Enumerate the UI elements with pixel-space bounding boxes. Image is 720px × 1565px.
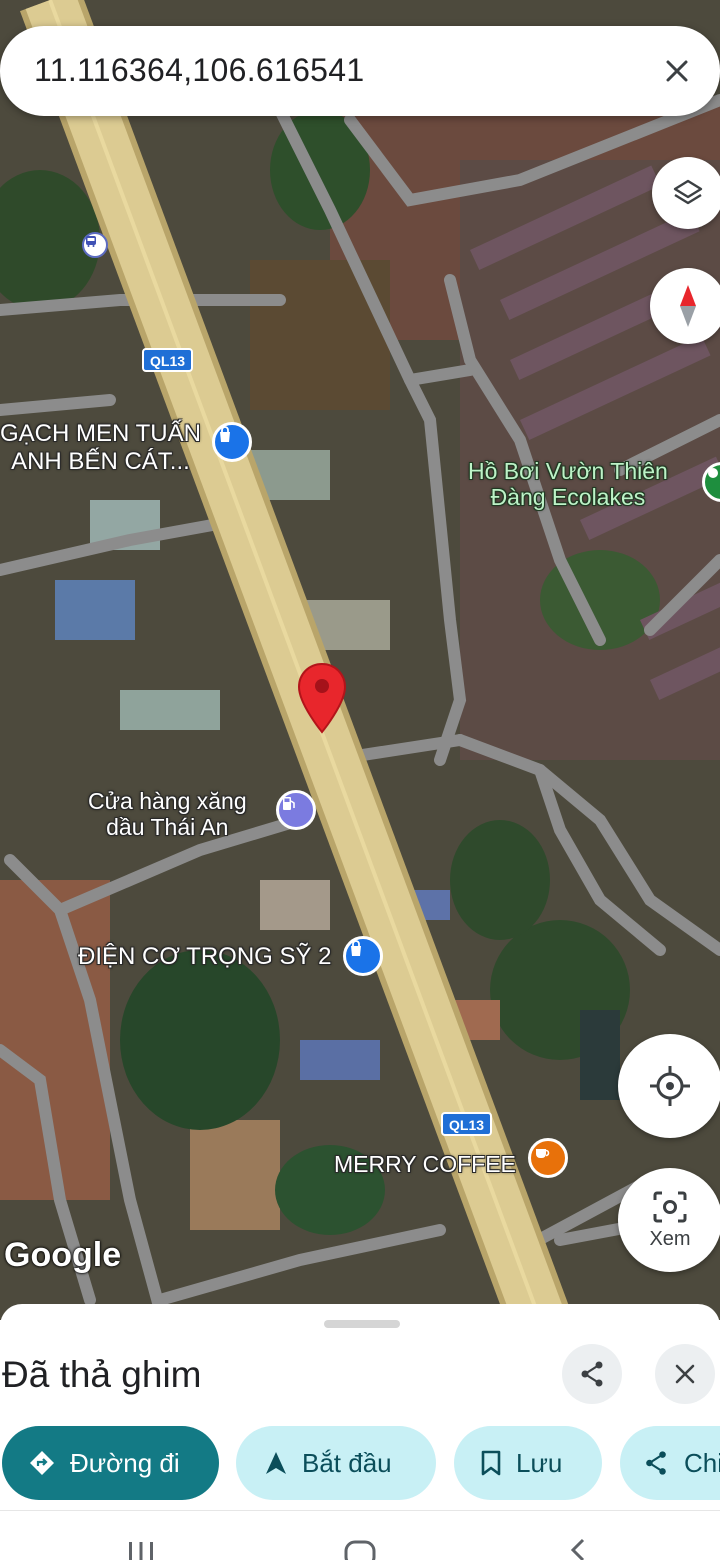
home-icon[interactable]: [343, 1538, 377, 1565]
google-attribution: Google: [4, 1236, 122, 1274]
gas-station-icon[interactable]: [276, 790, 316, 830]
place-label-merry-coffee[interactable]: MERRY COFFEE: [334, 1151, 516, 1177]
save-label: Lưu: [516, 1447, 563, 1478]
map-canvas[interactable]: QL13 QL13 GẠCH MEN TUẤN ANH BẾN CÁT... H…: [0, 0, 720, 1320]
layers-icon: [671, 176, 705, 210]
lens-label: Xem: [649, 1227, 691, 1250]
satellite-map: [0, 0, 720, 1320]
share-icon: [577, 1359, 607, 1389]
shopping-bag-icon[interactable]: [212, 422, 252, 462]
lens-icon: [652, 1190, 688, 1224]
place-label-line: Cửa hàng xăng: [88, 788, 247, 814]
back-icon[interactable]: [568, 1538, 588, 1565]
shopping-bag-icon[interactable]: [343, 936, 383, 976]
place-label-line: Đàng Ecolakes: [490, 484, 646, 510]
start-label: Bắt đầu: [302, 1447, 392, 1478]
share-icon: [642, 1449, 670, 1477]
my-location-button[interactable]: [618, 1034, 720, 1138]
search-query-text[interactable]: 11.116364,106.616541: [34, 52, 364, 89]
start-button[interactable]: Bắt đầu: [236, 1426, 436, 1500]
directions-icon: [28, 1449, 56, 1477]
my-location-icon: [647, 1063, 693, 1109]
road-shield-ql13-top: QL13: [142, 348, 194, 372]
place-label-cua-hang[interactable]: Cửa hàng xăng dầu Thái An: [88, 788, 247, 840]
directions-button[interactable]: Đường đi: [2, 1426, 219, 1500]
road-shield-ql13-bottom: QL13: [441, 1112, 493, 1136]
directions-label: Đường đi: [70, 1447, 180, 1478]
share-button[interactable]: [562, 1344, 622, 1404]
compass-button[interactable]: [650, 268, 720, 344]
system-nav-bar: [0, 1510, 720, 1565]
bookmark-icon: [480, 1449, 502, 1477]
layers-button[interactable]: [652, 157, 720, 229]
bus-stop-icon[interactable]: [82, 232, 108, 258]
compass-icon: [676, 283, 700, 329]
search-bar[interactable]: 11.116364,106.616541: [0, 26, 720, 116]
place-label-line: ANH BẾN CÁT...: [11, 448, 190, 475]
sheet-close-button[interactable]: [655, 1344, 715, 1404]
place-label-line: GẠCH MEN TUẤN: [0, 420, 201, 447]
navigate-arrow-icon: [264, 1450, 288, 1476]
share-chip-label: Chia sẻ: [684, 1447, 720, 1478]
recent-apps-icon[interactable]: [126, 1538, 156, 1565]
share-chip-button[interactable]: Chia sẻ: [620, 1426, 720, 1500]
save-button[interactable]: Lưu: [454, 1426, 602, 1500]
sheet-title: Đã thả ghim: [2, 1354, 202, 1395]
coffee-icon[interactable]: [528, 1138, 568, 1178]
lens-button[interactable]: Xem: [618, 1168, 720, 1272]
drag-handle[interactable]: [324, 1320, 400, 1328]
action-chips-row[interactable]: Đường đi Bắt đầu Lưu Chia sẻ: [0, 1424, 720, 1504]
place-label-line: dầu Thái An: [106, 814, 229, 840]
pin-icon[interactable]: [296, 662, 348, 734]
place-label-line: Hồ Bơi Vườn Thiên: [468, 458, 668, 484]
close-icon[interactable]: [652, 46, 702, 96]
place-label-dien-co[interactable]: ĐIỆN CƠ TRỌNG SỸ 2: [78, 944, 332, 970]
place-label-ho-boi[interactable]: Hồ Bơi Vườn Thiên Đàng Ecolakes: [468, 458, 668, 510]
place-label-gach-men[interactable]: GẠCH MEN TUẤN ANH BẾN CÁT...: [0, 420, 201, 476]
close-icon: [673, 1362, 697, 1386]
